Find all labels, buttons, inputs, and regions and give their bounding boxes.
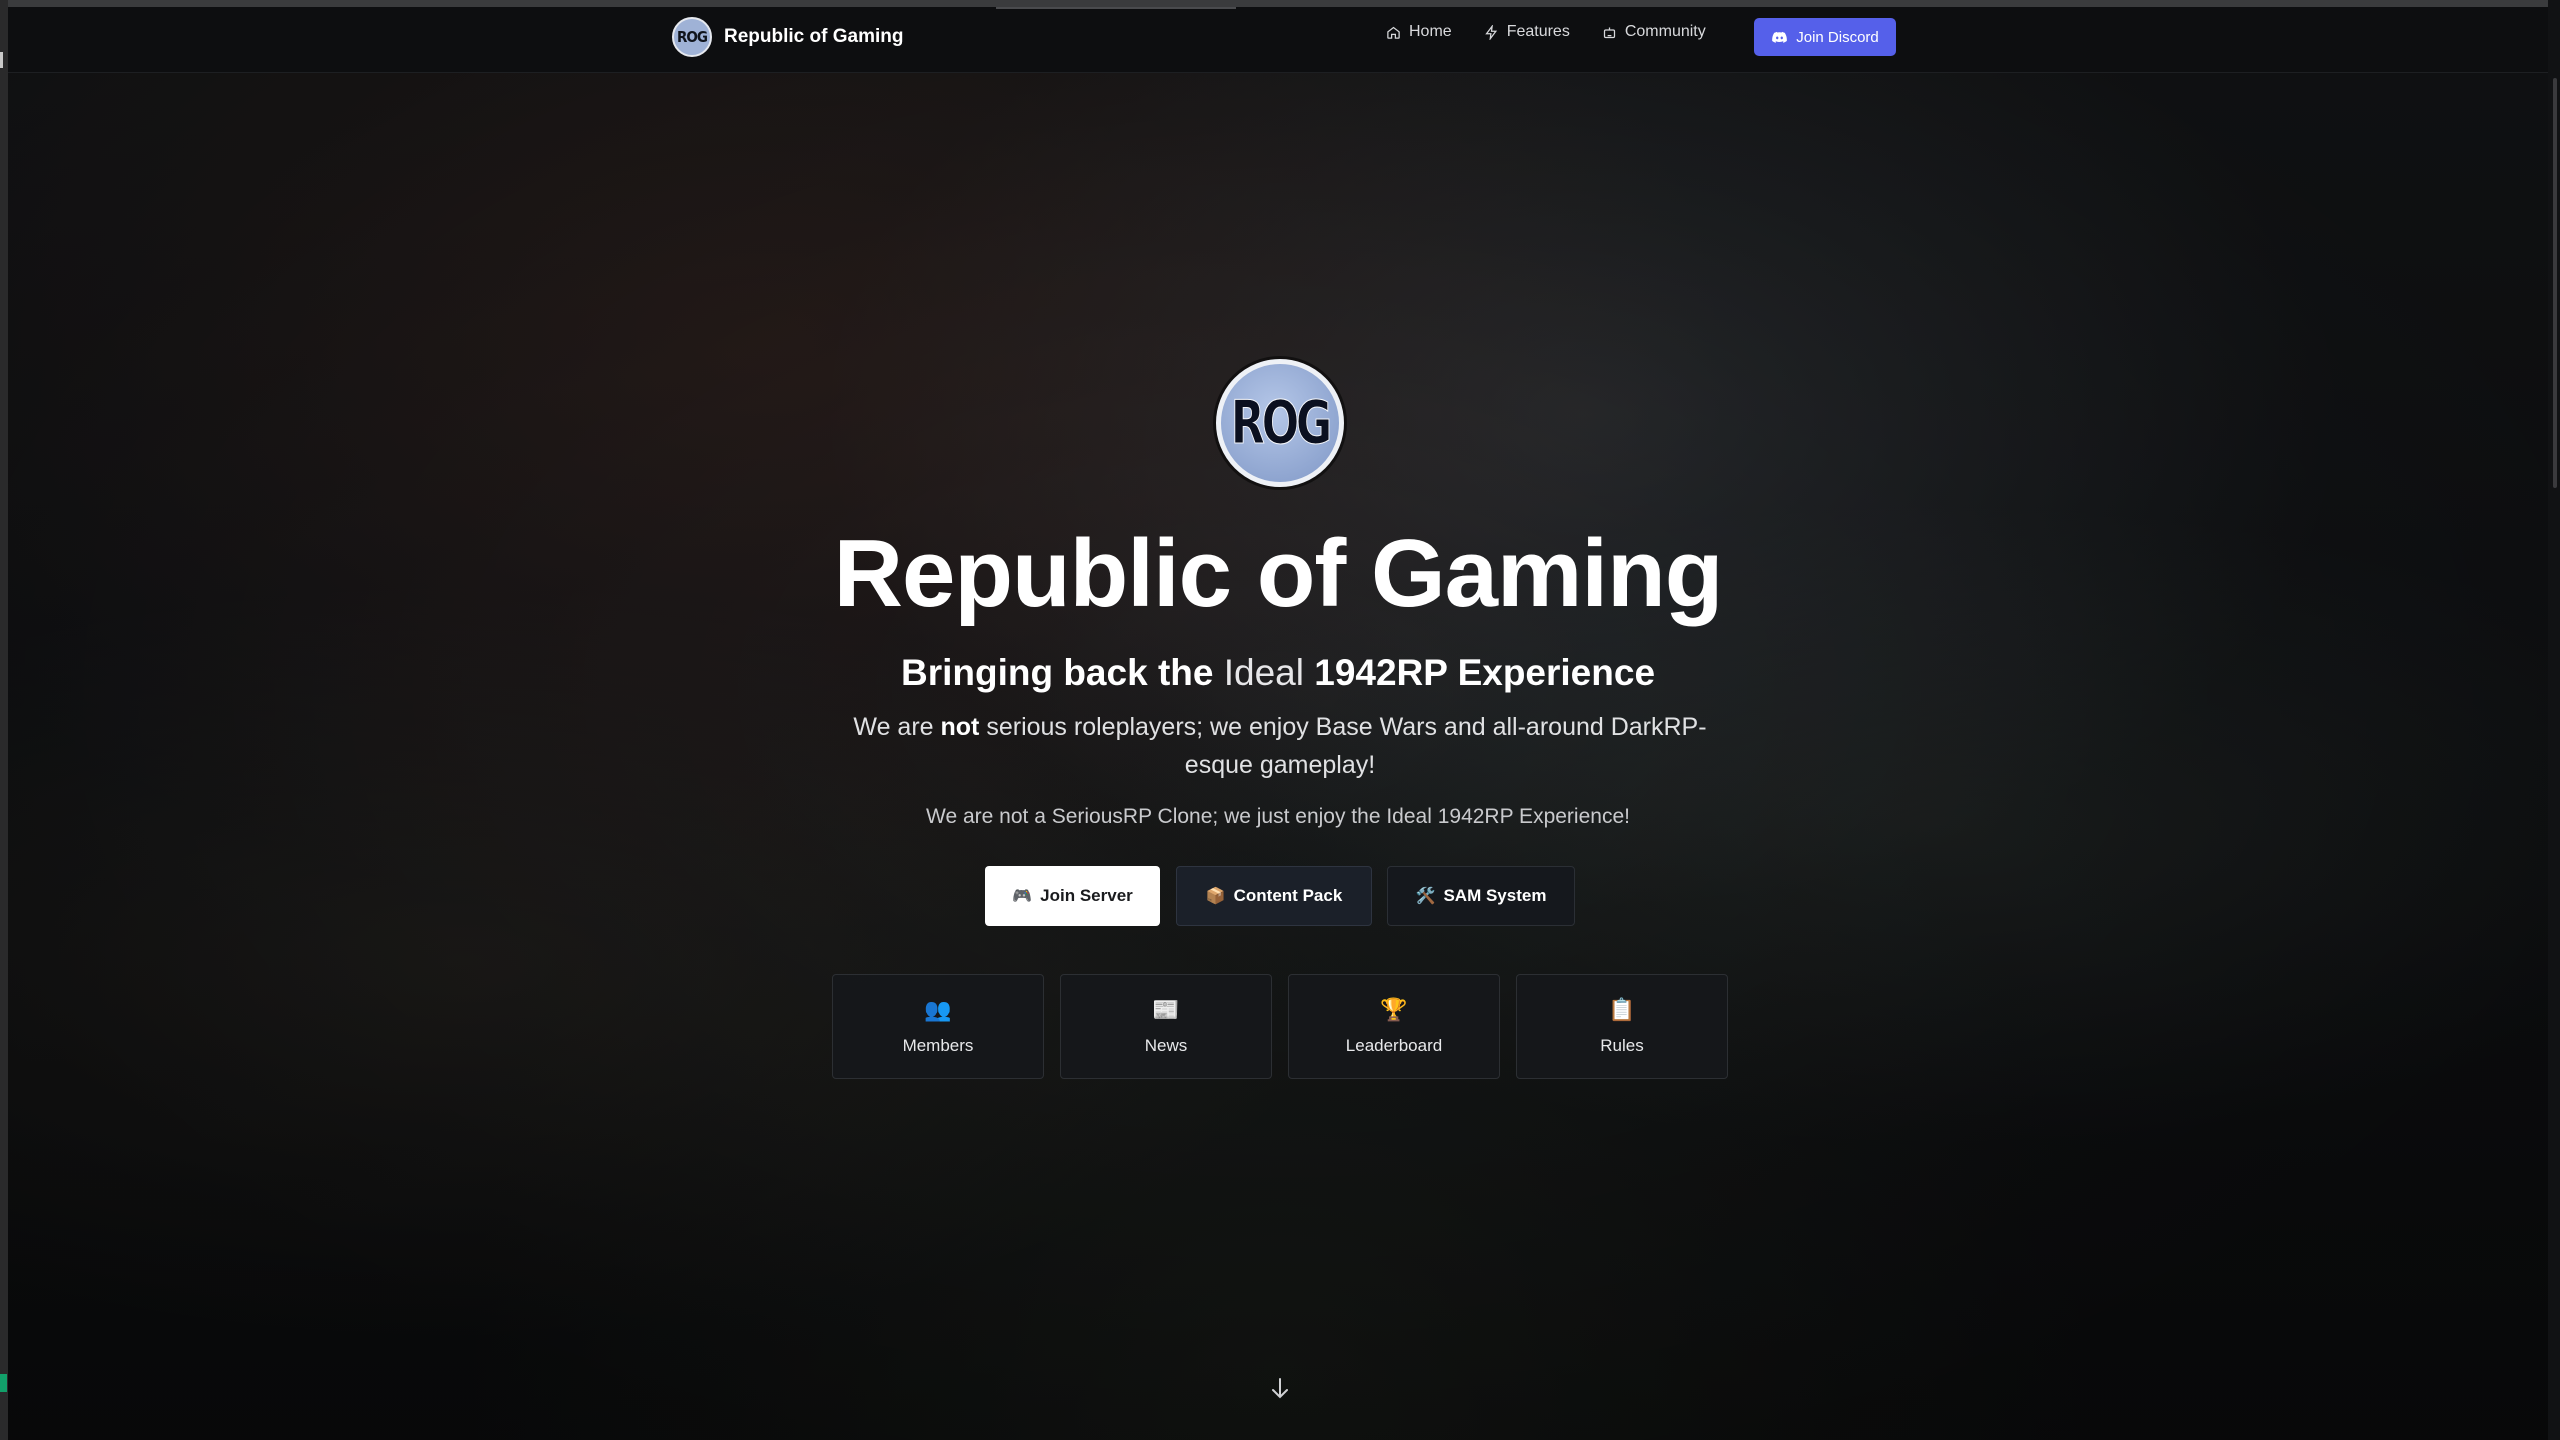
edge-indicator bbox=[0, 1374, 7, 1392]
scrollbar-thumb[interactable] bbox=[2553, 78, 2557, 488]
description-part-1: We are bbox=[853, 713, 934, 741]
nav-link-community[interactable]: Community bbox=[1602, 23, 1706, 41]
rules-card[interactable]: 📋 Rules bbox=[1516, 974, 1728, 1079]
discord-icon bbox=[1772, 31, 1788, 43]
newspaper-icon: 📰 bbox=[1152, 996, 1180, 1022]
news-label: News bbox=[1144, 1035, 1188, 1055]
members-card[interactable]: 👥 Members bbox=[832, 974, 1044, 1079]
join-discord-button[interactable]: Join Discord bbox=[1754, 18, 1896, 56]
description-emphasis: not bbox=[940, 713, 980, 741]
join-server-label: Join Server bbox=[1040, 886, 1133, 905]
robot-icon bbox=[1603, 27, 1615, 38]
home-icon bbox=[1387, 26, 1400, 39]
leaderboard-card[interactable]: 🏆 Leaderboard bbox=[1288, 974, 1500, 1079]
join-discord-label: Join Discord bbox=[1796, 28, 1879, 46]
hero-tagline: Bringing back the Ideal 1942RP Experienc… bbox=[8, 648, 2548, 698]
nav-link-features[interactable]: Features bbox=[1484, 23, 1570, 41]
gamepad-icon: 🎮 bbox=[1012, 888, 1033, 905]
sam-system-button[interactable]: 🛠️ SAM System bbox=[1387, 866, 1575, 926]
tagline-part-1: Bringing back the bbox=[900, 652, 1214, 693]
brand-logo: ROG bbox=[672, 17, 712, 57]
tagline-part-2: Ideal bbox=[1223, 652, 1304, 693]
news-card[interactable]: 📰 News bbox=[1060, 974, 1272, 1079]
nav-progress-bar bbox=[996, 7, 1236, 9]
navbar: ROG Republic of Gaming Home Features Com… bbox=[8, 7, 2548, 73]
nav-link-label: Features bbox=[1506, 23, 1570, 40]
package-icon: 📦 bbox=[1205, 888, 1226, 905]
arrow-down-icon[interactable] bbox=[1270, 1376, 1290, 1400]
edge-marker bbox=[0, 52, 3, 68]
window-top-border bbox=[0, 0, 2560, 7]
window-left-border bbox=[0, 0, 8, 1440]
nav-links: Home Features Community bbox=[1386, 23, 1706, 41]
hero-note: We are not a SeriousRP Clone; we just en… bbox=[926, 805, 1630, 828]
content-pack-button[interactable]: 📦 Content Pack bbox=[1176, 866, 1372, 926]
nav-link-label: Home bbox=[1409, 23, 1452, 40]
trophy-icon: 🏆 bbox=[1380, 996, 1408, 1022]
hero-description: We are not serious roleplayers; we enjoy… bbox=[840, 708, 1720, 784]
nav-link-label: Community bbox=[1624, 23, 1706, 40]
rules-label: Rules bbox=[1600, 1035, 1644, 1055]
content-pack-label: Content Pack bbox=[1233, 886, 1343, 905]
hero-logo-text: ROG bbox=[1230, 388, 1332, 459]
nav-link-home[interactable]: Home bbox=[1386, 23, 1452, 41]
members-label: Members bbox=[902, 1035, 974, 1055]
sam-system-label: SAM System bbox=[1443, 886, 1547, 905]
brand-name: Republic of Gaming bbox=[724, 26, 904, 47]
leaderboard-label: Leaderboard bbox=[1345, 1035, 1443, 1055]
members-icon: 👥 bbox=[924, 996, 952, 1022]
description-part-2: serious roleplayers; we enjoy Base Wars … bbox=[986, 713, 1707, 779]
join-server-button[interactable]: 🎮 Join Server bbox=[985, 866, 1160, 926]
brand-link[interactable]: ROG Republic of Gaming bbox=[672, 17, 903, 57]
lightning-icon bbox=[1484, 24, 1497, 40]
page-title: Republic of Gaming bbox=[833, 520, 1724, 627]
clipboard-icon: 📋 bbox=[1608, 996, 1636, 1022]
tools-icon: 🛠️ bbox=[1415, 888, 1436, 905]
hero-logo: ROG bbox=[1216, 359, 1344, 487]
tagline-part-3: 1942RP Experience bbox=[1314, 652, 1656, 693]
